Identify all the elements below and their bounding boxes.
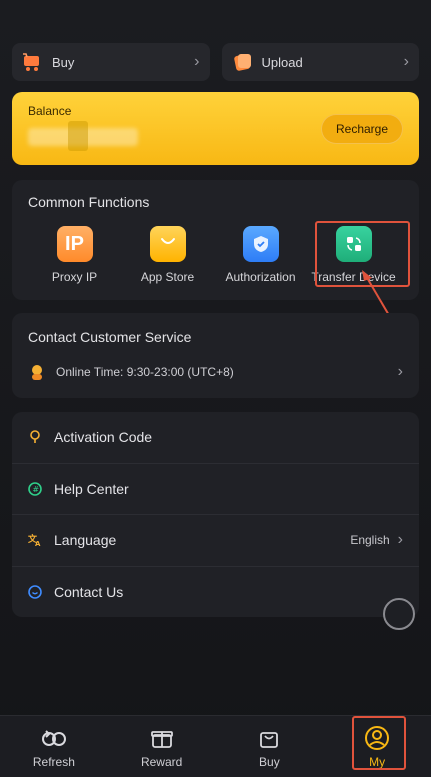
- common-functions-title: Common Functions: [28, 194, 150, 210]
- menu-item-language[interactable]: 文A Language English ›: [12, 515, 419, 567]
- language-value: English: [350, 533, 390, 548]
- refresh-icon: [41, 725, 67, 751]
- tab-refresh[interactable]: Refresh: [0, 716, 108, 777]
- translate-icon: 文A: [28, 533, 42, 547]
- chevron-right-icon: ›: [194, 53, 200, 70]
- menu-label: Language: [54, 532, 117, 549]
- help-icon: #: [28, 481, 42, 496]
- buy-card[interactable]: Buy ›: [12, 43, 210, 81]
- customer-service-card[interactable]: Contact Customer Service Online Time: 9:…: [12, 313, 419, 398]
- settings-menu: Activation Code # Help Center 文A Languag…: [12, 412, 419, 617]
- func-label: Proxy IP: [51, 270, 98, 284]
- func-label: Authorization: [225, 270, 296, 284]
- chevron-right-icon: ›: [397, 363, 403, 380]
- func-authorization[interactable]: Authorization: [214, 226, 307, 284]
- online-time-text: Online Time: 9:30-23:00 (UTC+8): [56, 365, 234, 379]
- tab-label: Reward: [140, 754, 183, 769]
- tab-buy[interactable]: Buy: [216, 716, 324, 777]
- func-label: App Store: [140, 270, 195, 284]
- recharge-button[interactable]: Recharge: [321, 114, 403, 144]
- upload-icon: [232, 51, 254, 73]
- balance-card: Balance Recharge: [12, 92, 419, 165]
- tab-label: Refresh: [32, 754, 75, 769]
- authorization-icon: [242, 226, 279, 262]
- chat-icon: [28, 585, 42, 600]
- bag-icon: [256, 725, 282, 751]
- gift-icon: [149, 725, 175, 751]
- floating-assistive-button[interactable]: [383, 598, 415, 630]
- transfer-device-highlight-box: [315, 221, 410, 287]
- upload-label: Upload: [261, 54, 303, 70]
- key-icon: [28, 430, 42, 444]
- menu-label: Activation Code: [54, 429, 153, 446]
- online-time-row[interactable]: Online Time: 9:30-23:00 (UTC+8) ›: [28, 363, 403, 381]
- top-actions: Buy › Upload ›: [12, 43, 419, 81]
- svg-text:#: #: [32, 485, 39, 494]
- menu-item-activation-code[interactable]: Activation Code: [12, 412, 419, 464]
- svg-text:A: A: [35, 540, 41, 547]
- func-app-store[interactable]: App Store: [121, 226, 214, 284]
- buy-label: Buy: [52, 54, 75, 70]
- customer-service-title: Contact Customer Service: [28, 329, 192, 345]
- app-store-icon: [149, 226, 186, 262]
- proxy-ip-icon: IP: [56, 226, 93, 262]
- menu-label: Contact Us: [54, 584, 124, 601]
- support-agent-icon: [28, 363, 46, 381]
- my-tab-highlight-box: [352, 716, 406, 770]
- func-proxy-ip[interactable]: IP Proxy IP: [28, 226, 121, 284]
- chevron-right-icon: ›: [397, 531, 403, 549]
- upload-card[interactable]: Upload ›: [221, 43, 419, 81]
- cart-icon: [22, 51, 44, 73]
- menu-item-contact-us[interactable]: Contact Us: [12, 567, 419, 619]
- menu-item-help-center[interactable]: # Help Center: [12, 464, 419, 515]
- menu-label: Help Center: [54, 480, 129, 497]
- balance-amount-masked-block: [68, 121, 88, 151]
- tab-label: Buy: [259, 754, 280, 769]
- chevron-right-icon: ›: [403, 53, 409, 70]
- tab-reward[interactable]: Reward: [108, 716, 216, 777]
